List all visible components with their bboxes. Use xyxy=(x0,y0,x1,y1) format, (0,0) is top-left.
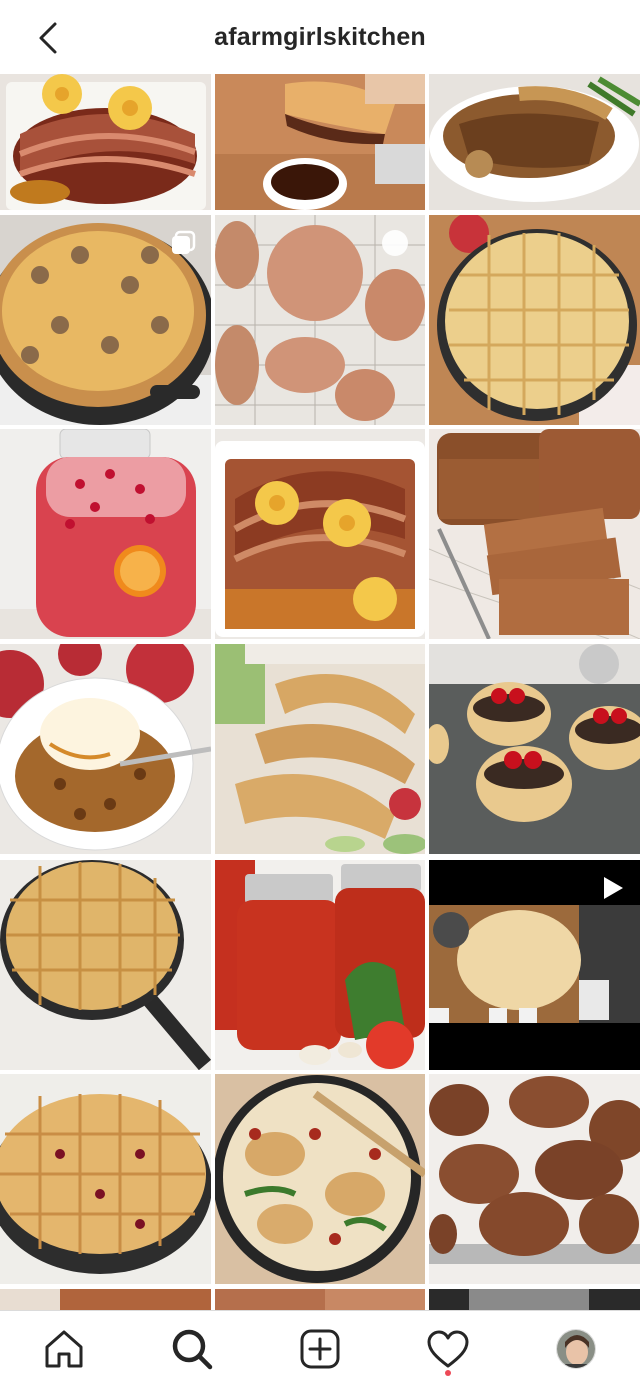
nav-activity[interactable] xyxy=(418,1319,478,1379)
post-image xyxy=(215,644,425,854)
page-title: afarmgirlskitchen xyxy=(214,22,426,51)
post-lattice-pie-skillet[interactable] xyxy=(0,860,211,1070)
post-apple-fritters-tray[interactable] xyxy=(429,1074,640,1284)
post-image xyxy=(429,74,640,210)
post-image xyxy=(215,1289,425,1310)
post-apple-fritters-rack[interactable] xyxy=(215,215,425,425)
post-image xyxy=(215,1074,425,1284)
post-image xyxy=(0,644,211,854)
add-post-icon xyxy=(300,1329,340,1368)
home-icon xyxy=(45,1330,83,1367)
nav-profile[interactable] xyxy=(546,1319,606,1379)
post-image xyxy=(0,1074,211,1284)
post-image xyxy=(429,1074,640,1284)
post-image xyxy=(215,429,425,639)
post-glazed-ham-pineapple[interactable] xyxy=(0,74,211,210)
post-image xyxy=(0,429,211,639)
post-image xyxy=(0,74,211,210)
avatar xyxy=(556,1328,596,1369)
post-sausage-pizza-skillet[interactable] xyxy=(0,215,211,425)
post-cranberry-punch-jar[interactable] xyxy=(0,429,211,639)
post-apple-crisp-ice-cream[interactable] xyxy=(0,644,211,854)
post-creamy-chicken-skillet[interactable] xyxy=(215,1074,425,1284)
post-pie-dough-video[interactable] xyxy=(429,860,640,1070)
heart-icon xyxy=(427,1330,469,1367)
post-lattice-apple-pie[interactable] xyxy=(429,215,640,425)
post-image xyxy=(429,1289,640,1310)
post-image xyxy=(215,215,425,425)
profile-header: afarmgirlskitchen xyxy=(0,0,640,74)
post-hand-pies[interactable] xyxy=(215,644,425,854)
post-image xyxy=(215,74,425,210)
post-image xyxy=(0,860,211,1070)
post-pumpkin-bread-loaf[interactable] xyxy=(429,429,640,639)
bottom-nav xyxy=(0,1310,640,1386)
post-partial-3[interactable] xyxy=(429,1289,640,1310)
play-icon xyxy=(604,877,623,899)
post-cranberry-lattice-pie[interactable] xyxy=(0,1074,211,1284)
nav-search[interactable] xyxy=(162,1319,222,1379)
post-pork-chops-gravy[interactable] xyxy=(429,74,640,210)
post-partial-1[interactable] xyxy=(0,1289,211,1310)
notification-dot xyxy=(445,1369,451,1376)
post-cream-puffs-cherries[interactable] xyxy=(429,644,640,854)
post-image xyxy=(429,215,640,425)
post-french-dip-sandwich[interactable] xyxy=(215,74,425,210)
post-pineapple-ham-dish[interactable] xyxy=(215,429,425,639)
post-canned-tomato-sauce[interactable] xyxy=(215,860,425,1070)
post-image xyxy=(0,1289,211,1310)
search-icon xyxy=(172,1329,213,1369)
post-image xyxy=(429,644,640,854)
nav-new-post[interactable] xyxy=(290,1319,350,1379)
carousel-icon xyxy=(172,230,196,254)
post-image xyxy=(429,429,640,639)
chevron-left-icon xyxy=(39,22,57,54)
nav-home[interactable] xyxy=(34,1319,94,1379)
back-button[interactable] xyxy=(30,18,66,58)
post-image xyxy=(215,860,425,1070)
post-grid xyxy=(0,74,640,1310)
post-partial-2[interactable] xyxy=(215,1289,425,1310)
